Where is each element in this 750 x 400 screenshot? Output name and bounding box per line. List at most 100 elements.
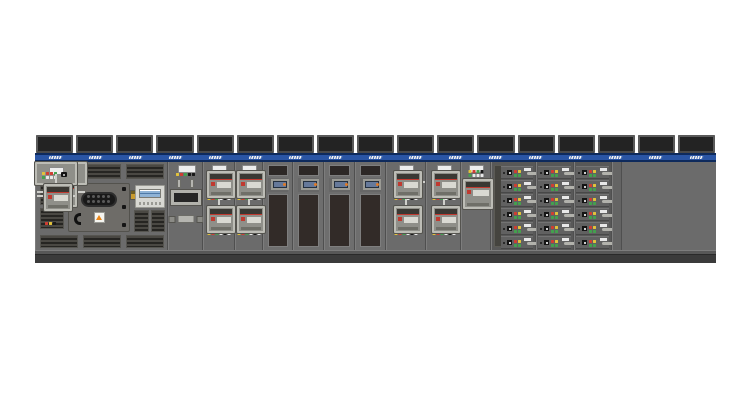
door-hinge bbox=[122, 205, 126, 209]
display-screen bbox=[139, 189, 161, 198]
stacked-section bbox=[386, 162, 426, 250]
drawer-screw bbox=[503, 214, 505, 216]
switchgear-lineup bbox=[35, 135, 716, 263]
hmi-power-led bbox=[283, 183, 286, 186]
drawer-switch bbox=[507, 226, 512, 231]
top-cover bbox=[437, 135, 474, 153]
acb-rating-label bbox=[54, 195, 68, 201]
unit-latch bbox=[196, 216, 203, 223]
led-r bbox=[473, 170, 476, 173]
drawer-led-cluster bbox=[589, 240, 596, 247]
drawer-switch bbox=[582, 198, 587, 203]
drawer-screw bbox=[540, 228, 542, 230]
led-y bbox=[518, 240, 521, 243]
led-g bbox=[555, 244, 558, 247]
led-g bbox=[555, 216, 558, 219]
air-circuit-breaker-lower bbox=[207, 206, 235, 233]
drive-top-panel bbox=[268, 165, 288, 176]
mcc-drawer bbox=[501, 166, 533, 179]
led-g bbox=[593, 244, 596, 247]
acb-header bbox=[397, 174, 419, 180]
drawer-led-cluster bbox=[589, 226, 596, 233]
drawer-screw bbox=[578, 242, 580, 244]
acb-trip-button bbox=[398, 182, 402, 186]
led-y bbox=[593, 170, 596, 173]
led-y bbox=[593, 226, 596, 229]
acb-trip-button bbox=[211, 182, 215, 186]
led-y bbox=[49, 222, 52, 225]
acb-rating-label bbox=[442, 182, 456, 188]
drawer-switch bbox=[507, 212, 512, 217]
connector-pin bbox=[87, 195, 90, 198]
air-circuit-breaker-lower bbox=[394, 206, 422, 233]
led-r bbox=[514, 226, 517, 229]
connector-pin bbox=[92, 200, 95, 203]
door-handle bbox=[74, 213, 81, 225]
control-display-unit bbox=[135, 185, 165, 208]
led-g bbox=[551, 188, 554, 191]
air-circuit-breaker-lower bbox=[432, 206, 460, 233]
led-g bbox=[518, 216, 521, 219]
led-g bbox=[469, 174, 472, 177]
led-y bbox=[518, 212, 521, 215]
acb-base bbox=[398, 192, 418, 195]
fuse-link bbox=[190, 179, 194, 188]
acb-base bbox=[241, 192, 261, 195]
mcc-drawer bbox=[538, 194, 571, 207]
drawer-led-cluster bbox=[589, 212, 596, 219]
led-g bbox=[551, 202, 554, 205]
drive-door bbox=[329, 194, 350, 247]
led-g bbox=[589, 216, 592, 219]
led-w bbox=[481, 174, 484, 177]
drawer-switch bbox=[507, 198, 512, 203]
drawer-screw bbox=[503, 172, 505, 174]
acb-header bbox=[240, 174, 262, 180]
mcc-drawer bbox=[501, 208, 533, 221]
led-g bbox=[514, 230, 517, 233]
mimic-drop-line bbox=[443, 199, 445, 206]
louver-vent bbox=[126, 164, 164, 179]
air-circuit-breaker-upper bbox=[432, 171, 460, 198]
drawer-switch bbox=[544, 170, 549, 175]
brand-wordmark-icon bbox=[409, 156, 423, 159]
drawer-led-cluster bbox=[589, 184, 596, 191]
door-hinge bbox=[122, 187, 126, 191]
led-g bbox=[555, 202, 558, 205]
mcc-drawer bbox=[576, 180, 609, 193]
top-cover bbox=[397, 135, 434, 153]
drawer-led-cluster bbox=[551, 226, 558, 233]
led-y bbox=[593, 184, 596, 187]
louver-vent bbox=[126, 235, 164, 248]
busbar-chamber bbox=[171, 190, 201, 205]
drawer-label bbox=[562, 210, 569, 213]
drawer-switch bbox=[544, 226, 549, 231]
drawer-label bbox=[600, 224, 607, 227]
led-y bbox=[593, 240, 596, 243]
led-k bbox=[481, 170, 484, 173]
led-y bbox=[176, 173, 179, 176]
drawer-stack bbox=[501, 166, 533, 250]
brand-wordmark bbox=[195, 155, 235, 160]
display-vent-slots bbox=[139, 202, 161, 205]
louver-vent bbox=[40, 235, 78, 248]
drawer-label bbox=[562, 224, 569, 227]
drawer-label bbox=[524, 210, 531, 213]
led-y bbox=[555, 198, 558, 201]
drawer-label bbox=[524, 168, 531, 171]
mimic-drop-line bbox=[55, 174, 57, 184]
brand-wordmark-icon bbox=[48, 156, 62, 159]
mcc-drawer bbox=[576, 166, 609, 179]
led-r bbox=[589, 170, 592, 173]
drawer-label bbox=[600, 196, 607, 199]
led-g bbox=[593, 230, 596, 233]
mcc-drawer bbox=[576, 236, 609, 249]
drive-section bbox=[355, 162, 386, 250]
top-cover bbox=[477, 135, 514, 153]
led-r bbox=[589, 212, 592, 215]
drawer-switch bbox=[507, 240, 512, 245]
led-k bbox=[188, 173, 191, 176]
acb-base bbox=[48, 205, 68, 208]
connector-pin bbox=[102, 200, 105, 203]
drawer-screw bbox=[578, 186, 580, 188]
led-w bbox=[473, 174, 476, 177]
